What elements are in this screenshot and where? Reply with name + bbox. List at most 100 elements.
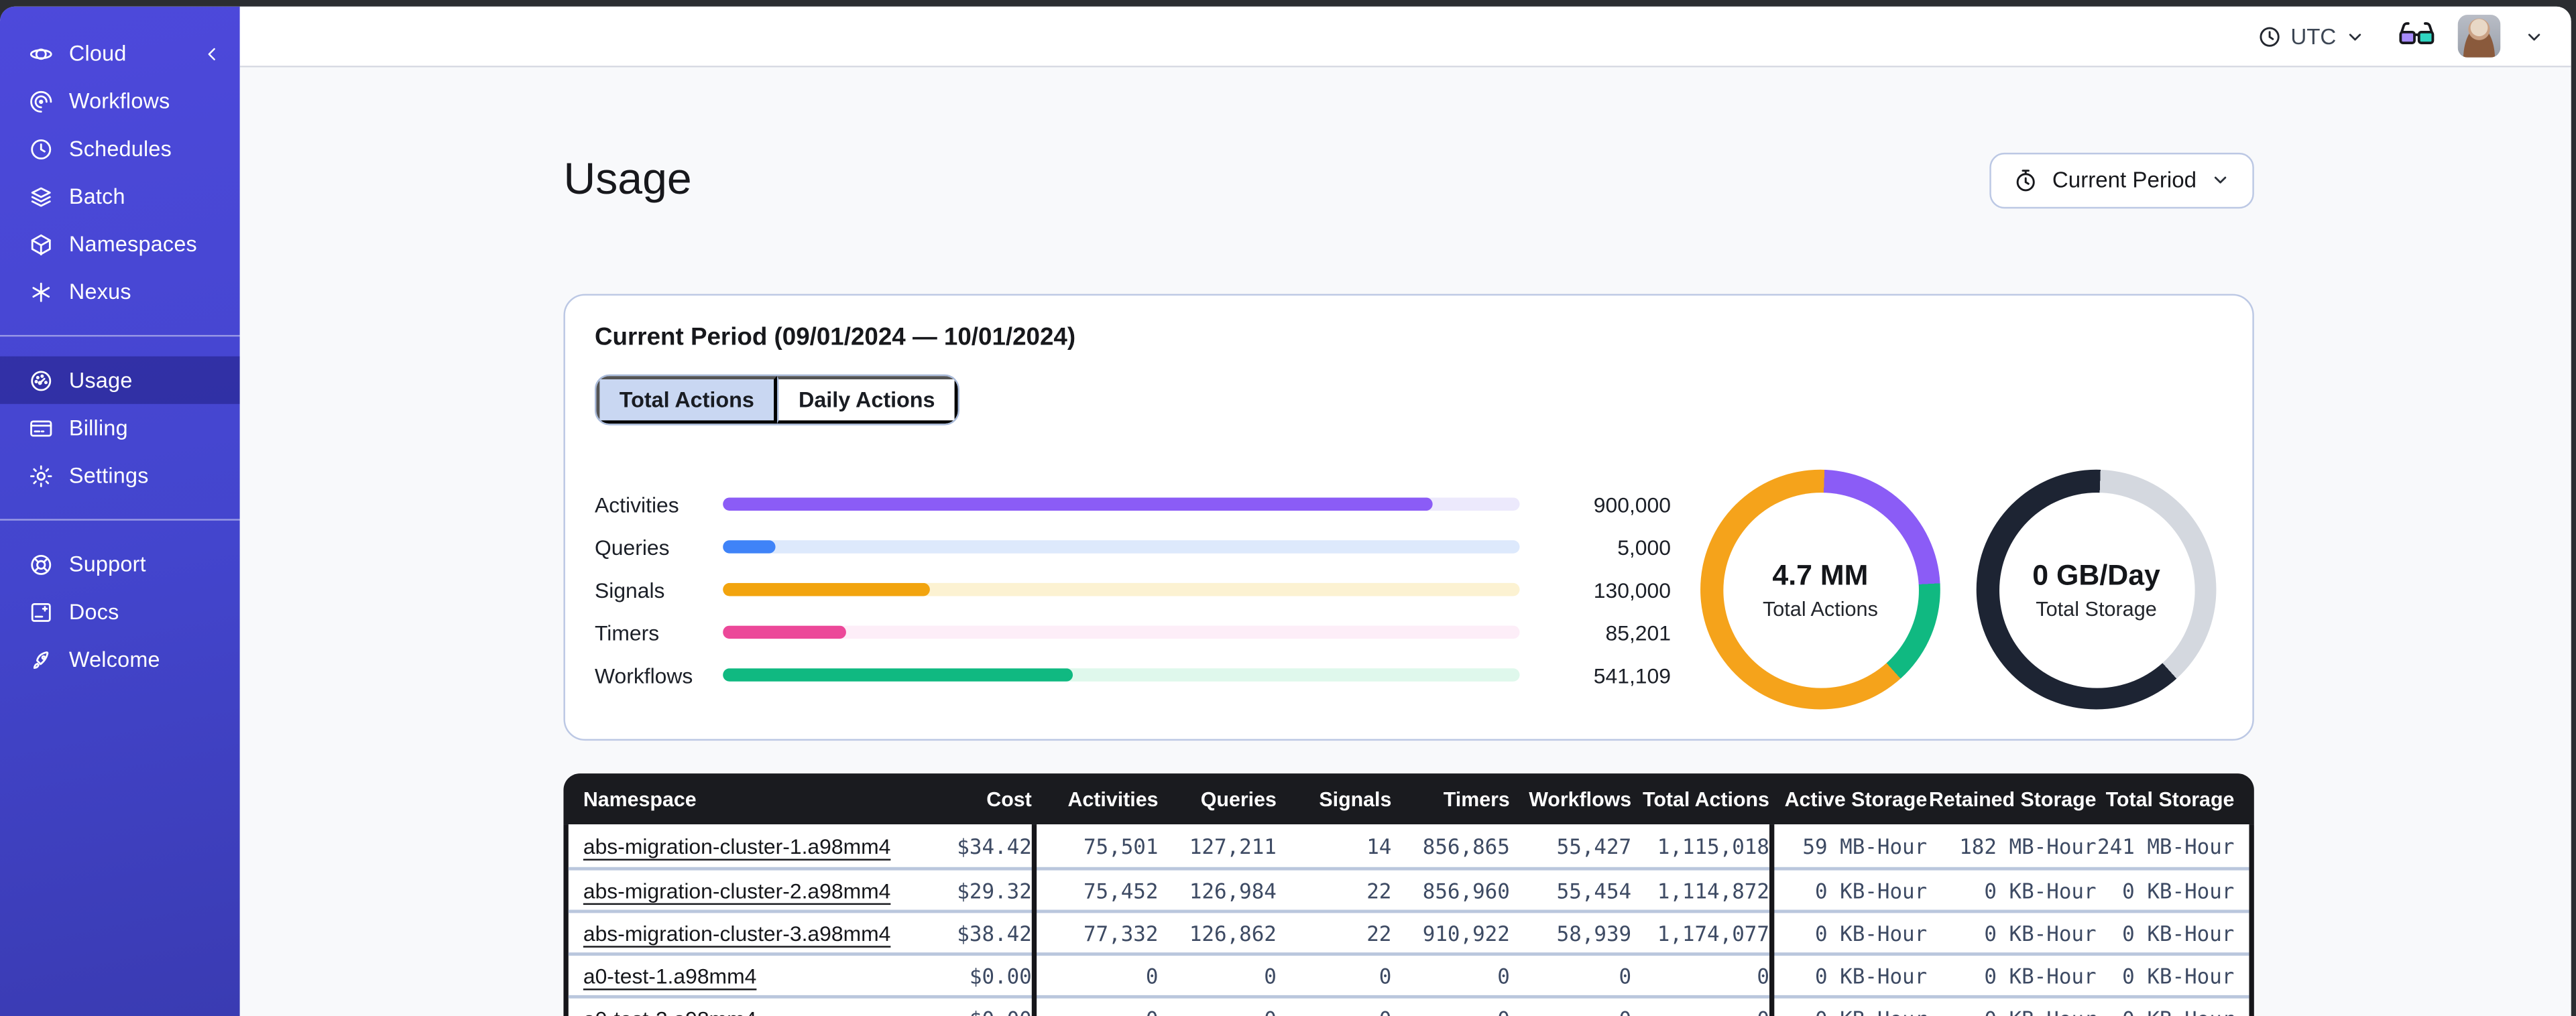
batch-icon — [28, 183, 54, 209]
sidebar-item-label: Batch — [68, 184, 125, 209]
cell-namespace: abs-migration-cluster-1.a98mm4 — [569, 834, 917, 859]
usage-icon — [28, 367, 54, 393]
table-row: a0-test-2.a98mm4$0.000000000 KB-Hour0 KB… — [568, 995, 2249, 1016]
bar-label: Activities — [595, 492, 679, 517]
actions-tab-group: Total Actions Daily Actions — [595, 375, 960, 426]
header-cell-total_actions: Total Actions — [1643, 787, 1769, 811]
bar-label: Signals — [595, 577, 665, 602]
bar-row-signals: Signals 130,000 — [595, 568, 1671, 611]
sidebar-item-label: Cloud — [68, 41, 127, 66]
bar-label: Workflows — [595, 663, 693, 688]
header-cell-timers: Timers — [1443, 787, 1510, 811]
timezone-label: UTC — [2290, 23, 2337, 49]
namespace-link[interactable]: a0-test-1.a98mm4 — [583, 963, 757, 988]
bar-row-timers: Timers 85,201 — [595, 611, 1671, 654]
usage-table: Namespace Cost Activities Queries Signals Tim… — [563, 773, 2254, 1016]
period-selector-button[interactable]: Current Period — [1989, 151, 2254, 208]
sidebar-item-billing[interactable]: Billing — [0, 404, 240, 452]
sidebar-item-usage[interactable]: Usage — [0, 356, 240, 404]
workflows-icon — [28, 88, 54, 114]
sidebar-item-support[interactable]: Support — [0, 540, 240, 588]
cell-queries: 0 — [1158, 1006, 1277, 1016]
header-cell-namespace: Namespace — [583, 787, 697, 811]
cell-queries: 0 — [1264, 963, 1277, 989]
bar-row-workflows: Workflows 541,109 — [595, 654, 1671, 697]
stopwatch-icon — [2013, 167, 2039, 193]
cell-activities: 75,452 — [1083, 878, 1159, 903]
sidebar-item-label: Workflows — [68, 88, 170, 114]
user-menu-chevron-icon[interactable] — [2524, 25, 2545, 47]
timezone-selector[interactable]: UTC — [2258, 23, 2365, 49]
page-title: Usage — [563, 154, 692, 204]
cell-namespace: a0-test-1.a98mm4 — [569, 963, 917, 988]
namespace-link[interactable]: abs-migration-cluster-3.a98mm4 — [583, 921, 891, 946]
docs-icon — [28, 598, 54, 625]
nexus-icon — [28, 278, 54, 304]
sidebar-item-batch[interactable]: Batch — [0, 172, 240, 220]
sidebar-item-cloud[interactable]: Cloud — [0, 29, 240, 77]
header-cell-cost: Cost — [986, 787, 1032, 811]
bar-fill — [723, 668, 1074, 682]
sidebar-item-label: Schedules — [68, 136, 172, 162]
cell-workflows: 55,454 — [1556, 878, 1632, 903]
sidebar-item-welcome[interactable]: Welcome — [0, 635, 240, 683]
feedback-button[interactable] — [2398, 19, 2435, 53]
sidebar-item-schedules[interactable]: Schedules — [0, 125, 240, 172]
tab-total-actions[interactable]: Total Actions — [596, 376, 778, 424]
tab-daily-actions[interactable]: Daily Actions — [777, 376, 958, 424]
sidebar-item-label: Namespaces — [68, 231, 197, 257]
header-cell-queries: Queries — [1200, 787, 1277, 811]
namespace-link[interactable]: a0-test-2.a98mm4 — [583, 1006, 757, 1016]
cell-queries: 126,862 — [1189, 920, 1277, 946]
cell-timers: 0 — [1391, 1006, 1510, 1016]
bar-label: Queries — [595, 534, 670, 560]
namespace-link[interactable]: abs-migration-cluster-2.a98mm4 — [583, 878, 891, 903]
sidebar-nav: Cloud Workflows Schedules Batch Namespaces Ne… — [0, 7, 240, 703]
total-actions-label: Total Actions — [1762, 598, 1878, 621]
clock-icon — [2258, 24, 2282, 49]
cell-retained_storage: 182 MB-Hour — [1959, 833, 2097, 859]
cell-cost: $38.42 — [957, 920, 1032, 946]
cell-cost: $34.42 — [957, 833, 1032, 859]
bar-label: Timers — [595, 620, 660, 645]
sidebar-item-workflows[interactable]: Workflows — [0, 77, 240, 125]
usage-chart-row: Activities 900,000 Queries 5,000 Signals 130,… — [595, 470, 2223, 710]
sidebar-group: Cloud Workflows Schedules Batch Namespaces Ne… — [0, 7, 240, 335]
cell-active_storage: 0 KB-Hour — [1814, 920, 1928, 946]
sidebar-group: Usage Billing Settings — [0, 334, 240, 519]
namespaces-icon — [28, 231, 54, 257]
donut-total-storage: 0 GB/Day Total Storage — [1976, 470, 2217, 710]
chevron-down-icon — [2210, 170, 2231, 191]
glasses-icon — [2398, 19, 2435, 53]
sidebar-item-label: Settings — [68, 462, 149, 488]
cell-namespace: abs-migration-cluster-2.a98mm4 — [569, 878, 917, 903]
sidebar-item-namespaces[interactable]: Namespaces — [0, 220, 240, 267]
bar-track — [723, 497, 1520, 511]
app-window: Cloud Workflows Schedules Batch Namespaces Ne… — [0, 6, 2571, 1016]
table-row: abs-migration-cluster-1.a98mm4 $34.42 75,5… — [569, 824, 2249, 867]
bar-row-queries: Queries 5,000 — [595, 525, 1671, 568]
total-actions-value: 4.7 MM — [1772, 558, 1869, 592]
bar-track — [723, 625, 1520, 639]
support-icon — [28, 551, 54, 577]
cell-activities: 75,501 — [1083, 833, 1159, 859]
cell-timers: 910,922 — [1422, 920, 1510, 946]
topbar: UTC — [239, 6, 2571, 68]
cell-active_storage: 0 KB-Hour — [1814, 878, 1928, 903]
namespace-link[interactable]: abs-migration-cluster-1.a98mm4 — [583, 834, 891, 859]
cell-total_storage: 0 KB-Hour — [2122, 963, 2235, 989]
sidebar-item-label: Billing — [68, 415, 128, 440]
avatar[interactable] — [2457, 15, 2501, 58]
cell-signals: 22 — [1366, 920, 1392, 946]
cell-signals: 22 — [1366, 878, 1392, 903]
sidebar-item-nexus[interactable]: Nexus — [0, 267, 240, 315]
cell-total_actions: 1,115,018 — [1657, 833, 1769, 859]
sidebar-item-settings[interactable]: Settings — [0, 452, 240, 499]
settings-icon — [28, 462, 54, 489]
bar-value: 5,000 — [1617, 534, 1671, 560]
usage-card: Current Period (09/01/2024 — 10/01/2024)… — [563, 294, 2254, 741]
cell-cost: $0.00 — [917, 1006, 1032, 1016]
chevron-left-icon[interactable] — [200, 42, 223, 64]
sidebar-item-docs[interactable]: Docs — [0, 588, 240, 635]
cell-retained_storage: 0 KB-Hour — [1927, 1006, 2096, 1016]
